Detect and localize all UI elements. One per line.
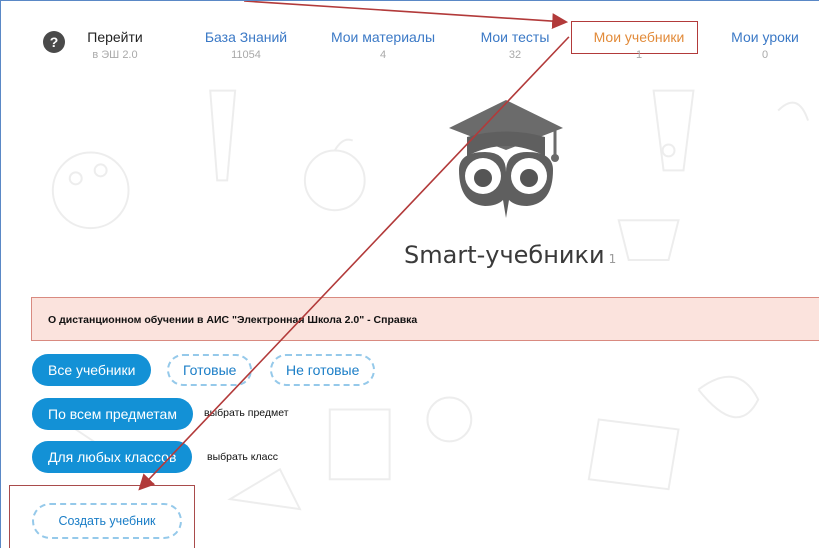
filter-all-textbooks-button[interactable]: Все учебники <box>32 354 152 386</box>
page-title: Smart-учебники 1 <box>404 241 616 269</box>
page-frame: ? Перейти в ЭШ 2.0 База Знаний 11054 Мои… <box>0 0 819 548</box>
nav-my-textbooks-label: Мои учебники <box>593 29 685 45</box>
subject-filter-button[interactable]: По всем предметам <box>32 398 193 430</box>
nav-my-materials-label: Мои материалы <box>330 29 436 45</box>
owl-logo-icon <box>449 100 563 218</box>
create-textbook-label: Создать учебник <box>58 514 156 528</box>
help-icon[interactable]: ? <box>43 31 65 53</box>
filter-not-ready-label: Не готовые <box>286 362 360 378</box>
nav-my-lessons-label: Мои уроки <box>731 29 799 45</box>
filter-ready-label: Готовые <box>183 362 237 378</box>
nav-my-lessons-count: 0 <box>761 49 769 61</box>
page-title-count: 1 <box>608 252 617 266</box>
help-alert-text: О дистанционном обучении в АИС "Электрон… <box>48 314 418 326</box>
nav-my-tests-count: 32 <box>508 49 522 61</box>
nav-my-lessons[interactable]: Мои уроки 0 <box>725 29 805 61</box>
nav-my-tests[interactable]: Мои тесты 32 <box>475 29 555 61</box>
filter-ready-button[interactable]: Готовые <box>167 354 253 386</box>
nav-goto-sub: в ЭШ 2.0 <box>92 49 138 61</box>
grade-filter-button[interactable]: Для любых классов <box>32 441 193 473</box>
nav-my-materials-count: 4 <box>379 49 387 61</box>
nav-goto-label: Перейти <box>87 29 143 45</box>
subject-select-link[interactable]: выбрать предмет <box>204 407 289 419</box>
nav-my-textbooks-count: 1 <box>635 49 643 61</box>
create-textbook-button[interactable]: Создать учебник <box>32 503 182 539</box>
page-title-text: Smart-учебники <box>404 241 605 269</box>
nav-my-textbooks[interactable]: Мои учебники 1 <box>587 29 691 61</box>
nav-knowledge-base-count: 11054 <box>231 49 261 61</box>
nav-knowledge-base[interactable]: База Знаний 11054 <box>201 29 291 61</box>
nav-goto[interactable]: Перейти в ЭШ 2.0 <box>84 29 146 61</box>
annotation-arrow-to-textbooks <box>244 1 569 30</box>
nav-my-tests-label: Мои тесты <box>480 29 550 45</box>
grade-filter-label: Для любых классов <box>48 449 177 465</box>
subject-filter-label: По всем предметам <box>48 406 177 422</box>
nav-knowledge-base-label: База Знаний <box>204 29 288 45</box>
help-alert-banner[interactable]: О дистанционном обучении в АИС "Электрон… <box>31 297 819 341</box>
filter-not-ready-button[interactable]: Не готовые <box>270 354 376 386</box>
filter-all-label: Все учебники <box>48 362 136 378</box>
grade-select-link[interactable]: выбрать класс <box>207 451 278 463</box>
nav-my-materials[interactable]: Мои материалы 4 <box>326 29 440 61</box>
